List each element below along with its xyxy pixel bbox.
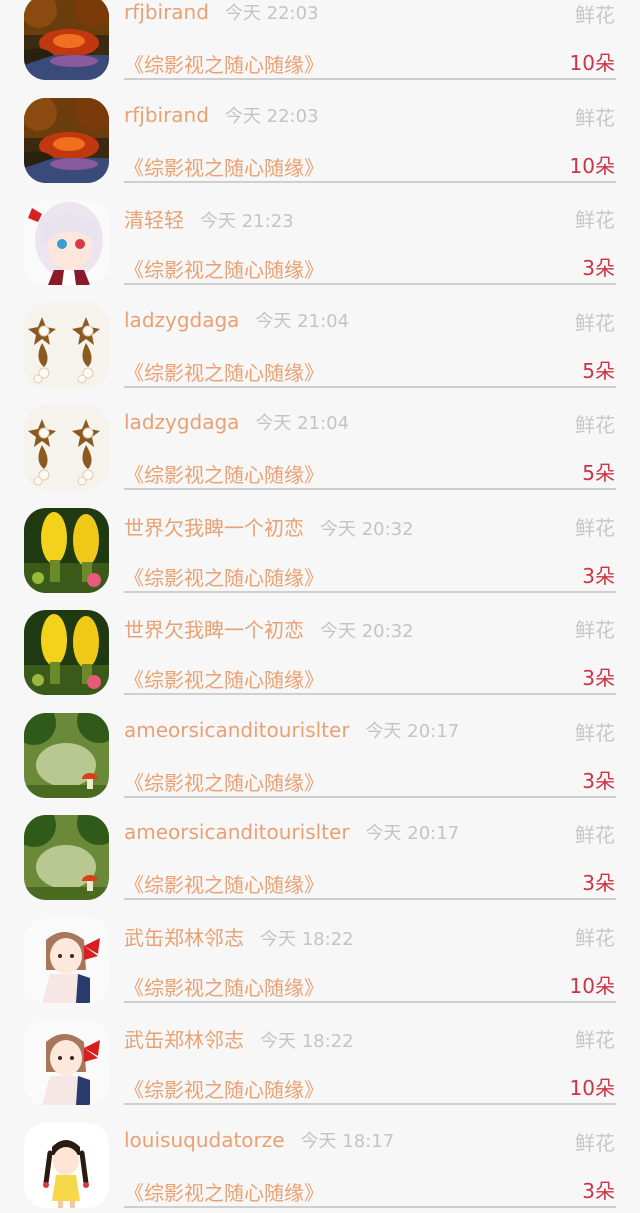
timestamp: 今天 18:22 bbox=[260, 929, 354, 950]
gift-type-label: 鲜花 bbox=[575, 409, 615, 438]
gift-count: 3朵 bbox=[582, 560, 615, 589]
gift-count: 3朵 bbox=[582, 765, 615, 794]
gift-count: 10朵 bbox=[570, 1072, 615, 1101]
braids-girl-avatar[interactable] bbox=[24, 1123, 109, 1208]
username[interactable]: louisuqudatorze bbox=[124, 1128, 285, 1152]
list-item[interactable]: 世界欠我睥一个初恋今天 20:32 鲜花 《综影视之随心随缘》 3朵 bbox=[0, 598, 640, 701]
sunset-lake-avatar[interactable] bbox=[24, 98, 109, 183]
row-divider bbox=[124, 181, 616, 183]
gift-type-label: 鲜花 bbox=[575, 1024, 615, 1053]
list-item[interactable]: ameorsicanditourislter 今天 20:17 鲜花 《综影视之随… bbox=[0, 701, 640, 804]
list-item[interactable]: rfjbirand 今天 22:03 鲜花 《综影视之随心随缘》 10朵 bbox=[0, 0, 640, 86]
gift-type-label: 鲜花 bbox=[575, 307, 615, 336]
list-item[interactable]: louisuqudatorze 今天 18:17 鲜花 《综影视之随心随缘》 3朵 bbox=[0, 1111, 640, 1213]
username[interactable]: 清轻轻 bbox=[124, 208, 184, 232]
timestamp: 今天 22:03 bbox=[225, 3, 319, 24]
book-title-link[interactable]: 《综影视之随心随缘》 bbox=[124, 1074, 324, 1103]
username[interactable]: rfjbirand bbox=[124, 103, 209, 127]
gift-type-label: 鲜花 bbox=[575, 0, 615, 28]
gift-type-label: 鲜花 bbox=[575, 512, 615, 541]
gift-type-label: 鲜花 bbox=[575, 922, 615, 951]
username[interactable]: 世界欠我睥一个初恋 bbox=[124, 618, 304, 642]
book-title-link[interactable]: 《综影视之随心随缘》 bbox=[124, 562, 324, 591]
list-item[interactable]: ladzygdaga 今天 21:04 鲜花 《综影视之随心随缘》 5朵 bbox=[0, 291, 640, 394]
cactus-avatar[interactable] bbox=[24, 610, 109, 695]
timestamp: 今天 20:32 bbox=[320, 621, 414, 642]
row-divider bbox=[124, 1103, 616, 1105]
timestamp: 今天 20:32 bbox=[320, 519, 414, 540]
book-title-link[interactable]: 《综影视之随心随缘》 bbox=[124, 152, 324, 181]
username[interactable]: 武缶郑林邻志 bbox=[124, 1028, 244, 1052]
book-title-link[interactable]: 《综影视之随心随缘》 bbox=[124, 972, 324, 1001]
list-item[interactable]: rfjbirand 今天 22:03 鲜花 《综影视之随心随缘》 10朵 bbox=[0, 86, 640, 189]
gift-record-list: rfjbirand 今天 22:03 鲜花 《综影视之随心随缘》 10朵 rfjb… bbox=[0, 0, 640, 1213]
gift-count: 5朵 bbox=[582, 457, 615, 486]
gift-count: 3朵 bbox=[582, 867, 615, 896]
list-item[interactable]: 武缶郑林邻志今天 18:22 鲜花 《综影视之随心随缘》 10朵 bbox=[0, 906, 640, 1009]
username[interactable]: ameorsicanditourislter bbox=[124, 820, 350, 844]
list-item[interactable]: ladzygdaga 今天 21:04 鲜花 《综影视之随心随缘》 5朵 bbox=[0, 393, 640, 496]
list-item[interactable]: 武缶郑林邻志今天 18:22 鲜花 《综影视之随心随缘》 10朵 bbox=[0, 1008, 640, 1111]
timestamp: 今天 22:03 bbox=[225, 106, 319, 127]
book-title-link[interactable]: 《综影视之随心随缘》 bbox=[124, 664, 324, 693]
timestamp: 今天 20:17 bbox=[366, 721, 460, 742]
forest-mushroom-avatar[interactable] bbox=[24, 815, 109, 900]
timestamp: 今天 21:04 bbox=[255, 311, 349, 332]
forest-mushroom-avatar[interactable] bbox=[24, 713, 109, 798]
row-divider bbox=[124, 78, 616, 80]
gift-type-label: 鲜花 bbox=[575, 1127, 615, 1156]
row-divider bbox=[124, 898, 616, 900]
row-divider bbox=[124, 591, 616, 593]
gift-count: 3朵 bbox=[582, 252, 615, 281]
bow-girl-avatar[interactable] bbox=[24, 1020, 109, 1105]
row-divider bbox=[124, 488, 616, 490]
gift-count: 3朵 bbox=[582, 662, 615, 691]
row-divider bbox=[124, 693, 616, 695]
book-title-link[interactable]: 《综影视之随心随缘》 bbox=[124, 1177, 324, 1206]
list-item[interactable]: ameorsicanditourislter 今天 20:17 鲜花 《综影视之随… bbox=[0, 803, 640, 906]
pearl-earrings-avatar[interactable] bbox=[24, 303, 109, 388]
gift-type-label: 鲜花 bbox=[575, 819, 615, 848]
book-title-link[interactable]: 《综影视之随心随缘》 bbox=[124, 869, 324, 898]
gift-count: 10朵 bbox=[570, 47, 615, 76]
timestamp: 今天 21:23 bbox=[200, 211, 294, 232]
username[interactable]: ladzygdaga bbox=[124, 308, 239, 332]
row-divider bbox=[124, 1206, 616, 1208]
list-item[interactable]: 世界欠我睥一个初恋今天 20:32 鲜花 《综影视之随心随缘》 3朵 bbox=[0, 496, 640, 599]
book-title-link[interactable]: 《综影视之随心随缘》 bbox=[124, 254, 324, 283]
pearl-earrings-avatar[interactable] bbox=[24, 405, 109, 490]
gift-count: 10朵 bbox=[570, 150, 615, 179]
row-divider bbox=[124, 796, 616, 798]
gift-type-label: 鲜花 bbox=[575, 717, 615, 746]
book-title-link[interactable]: 《综影视之随心随缘》 bbox=[124, 459, 324, 488]
username[interactable]: ameorsicanditourislter bbox=[124, 718, 350, 742]
list-item[interactable]: 清轻轻今天 21:23 鲜花 《综影视之随心随缘》 3朵 bbox=[0, 188, 640, 291]
username[interactable]: rfjbirand bbox=[124, 0, 209, 24]
bow-girl-avatar[interactable] bbox=[24, 918, 109, 1003]
gift-count: 3朵 bbox=[582, 1175, 615, 1204]
gift-count: 5朵 bbox=[582, 355, 615, 384]
timestamp: 今天 18:22 bbox=[260, 1031, 354, 1052]
timestamp: 今天 20:17 bbox=[366, 823, 460, 844]
timestamp: 今天 18:17 bbox=[301, 1131, 395, 1152]
row-divider bbox=[124, 1001, 616, 1003]
book-title-link[interactable]: 《综影视之随心随缘》 bbox=[124, 357, 324, 386]
gift-type-label: 鲜花 bbox=[575, 614, 615, 643]
gift-type-label: 鲜花 bbox=[575, 102, 615, 131]
row-divider bbox=[124, 386, 616, 388]
anime-girl-avatar[interactable] bbox=[24, 200, 109, 285]
row-divider bbox=[124, 283, 616, 285]
gift-type-label: 鲜花 bbox=[575, 204, 615, 233]
username[interactable]: 世界欠我睥一个初恋 bbox=[124, 516, 304, 540]
cactus-avatar[interactable] bbox=[24, 508, 109, 593]
timestamp: 今天 21:04 bbox=[255, 413, 349, 434]
book-title-link[interactable]: 《综影视之随心随缘》 bbox=[124, 49, 324, 78]
gift-count: 10朵 bbox=[570, 970, 615, 999]
book-title-link[interactable]: 《综影视之随心随缘》 bbox=[124, 767, 324, 796]
username[interactable]: ladzygdaga bbox=[124, 410, 239, 434]
username[interactable]: 武缶郑林邻志 bbox=[124, 926, 244, 950]
sunset-lake-avatar[interactable] bbox=[24, 0, 109, 80]
